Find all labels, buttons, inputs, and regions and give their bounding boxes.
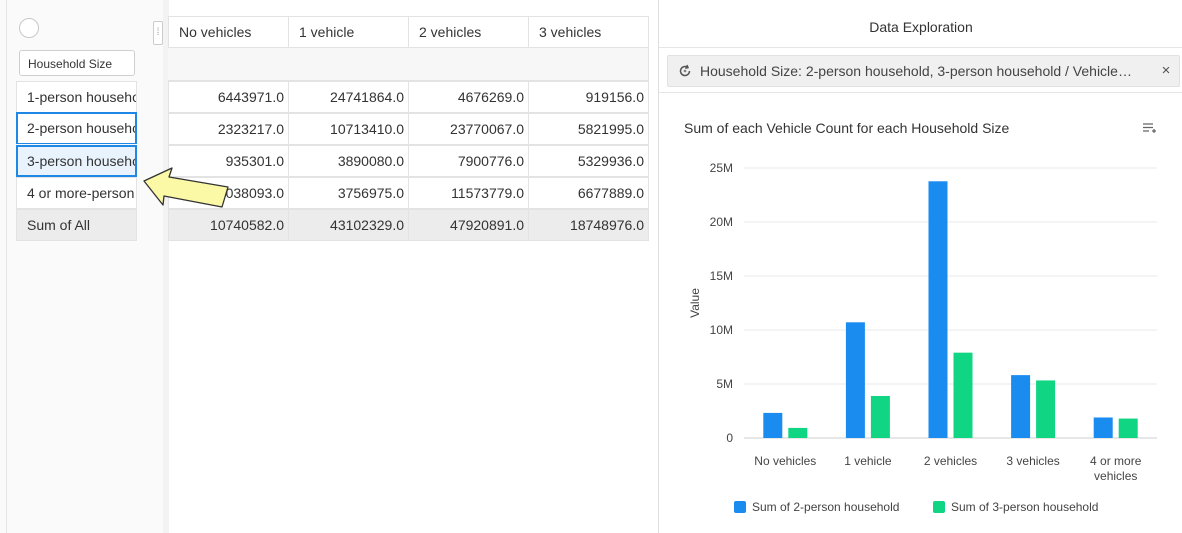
legend-swatch[interactable] (933, 501, 945, 513)
pivot-table: ⁞ Household Size 1-person household 2-pe… (0, 0, 658, 533)
sum-cell[interactable]: 43102329.0 (288, 209, 409, 241)
filter-label: Household Size: 2-person household, 3-pe… (700, 63, 1135, 79)
legend-label[interactable]: Sum of 3-person household (951, 500, 1098, 514)
value-cell[interactable]: 5329936.0 (528, 145, 649, 177)
select-all-radio[interactable] (19, 18, 39, 38)
row-field-pill[interactable]: Household Size (19, 50, 135, 76)
grid-clip-edge (648, 16, 658, 241)
sum-cell[interactable]: 18748976.0 (528, 209, 649, 241)
panel-title: Data Exploration (659, 0, 1182, 48)
x-tick-label: No vehicles (754, 454, 816, 468)
value-cell[interactable]: 6443971.0 (168, 81, 289, 113)
value-cell[interactable]: 6677889.0 (528, 177, 649, 209)
column-subheader (168, 48, 658, 81)
x-tick-label: 4 or more (1090, 454, 1142, 468)
y-axis-label: Value (688, 288, 702, 318)
x-tick-label: 1 vehicle (844, 454, 892, 468)
bar-chart: 0 5M 10M 15M 20M 25M Value No vehicles 1 vehicle… (688, 161, 1157, 514)
value-cell[interactable]: 7900776.0 (408, 145, 529, 177)
bar[interactable] (1093, 417, 1113, 438)
sum-cell[interactable]: 47920891.0 (408, 209, 529, 241)
filter-chip[interactable]: Household Size: 2-person household, 3-pe… (667, 55, 1180, 87)
row-label-4-or-more[interactable]: 4 or more-person household (16, 177, 137, 209)
value-cell[interactable]: 3890080.0 (288, 145, 409, 177)
x-tick-label: 2 vehicles (924, 454, 977, 468)
bar[interactable] (845, 322, 865, 438)
column-header-2-vehicles[interactable]: 2 vehicles (408, 16, 529, 48)
bar[interactable] (928, 181, 948, 439)
y-tick-label: 5M (716, 377, 733, 391)
column-header-no-vehicles[interactable]: No vehicles (168, 16, 289, 48)
column-header-1-vehicle[interactable]: 1 vehicle (288, 16, 409, 48)
legend-swatch[interactable] (734, 501, 746, 513)
chart-title: Sum of each Vehicle Count for each House… (684, 120, 1010, 136)
data-exploration-panel: Data Exploration Household Size: 2-perso… (658, 0, 1182, 533)
bar[interactable] (1118, 418, 1138, 438)
row-label-1-person[interactable]: 1-person household (16, 81, 137, 113)
column-header-3-vehicles[interactable]: 3 vehicles (528, 16, 649, 48)
legend-label[interactable]: Sum of 2-person household (752, 500, 899, 514)
value-cell[interactable]: 24741864.0 (288, 81, 409, 113)
bar[interactable] (763, 412, 783, 438)
row-label-sum[interactable]: Sum of All (16, 209, 137, 241)
value-cell[interactable]: 11573779.0 (408, 177, 529, 209)
value-cell[interactable]: 3756975.0 (288, 177, 409, 209)
left-gutter (0, 0, 7, 533)
y-tick-label: 20M (710, 215, 733, 229)
value-cell[interactable]: 919156.0 (528, 81, 649, 113)
y-tick-label: 10M (710, 323, 733, 337)
row-label-3-person[interactable]: 3-person household (16, 145, 137, 177)
sum-cell[interactable]: 10740582.0 (168, 209, 289, 241)
chart-menu-icon[interactable] (1141, 120, 1157, 136)
value-cell[interactable]: 5821995.0 (528, 113, 649, 145)
value-cell[interactable]: 4676269.0 (408, 81, 529, 113)
value-cell[interactable]: 10713410.0 (288, 113, 409, 145)
y-tick-label: 15M (710, 269, 733, 283)
bar[interactable] (870, 395, 890, 438)
value-cell[interactable]: 2323217.0 (168, 113, 289, 145)
bar[interactable] (788, 427, 808, 438)
column-resize-handle[interactable]: ⁞ (153, 21, 163, 45)
close-icon[interactable]: × (1159, 56, 1173, 86)
x-tick-label: 3 vehicles (1006, 454, 1059, 468)
y-tick-label: 0 (726, 431, 733, 445)
sparkle-refresh-icon (679, 64, 691, 77)
yellow-pointer-arrow-icon (143, 167, 229, 208)
value-cell[interactable]: 23770067.0 (408, 113, 529, 145)
x-tick-label: vehicles (1094, 469, 1137, 483)
row-label-2-person[interactable]: 2-person household (16, 112, 137, 144)
y-tick-label: 25M (710, 161, 733, 175)
bar[interactable] (953, 352, 973, 438)
bar[interactable] (1036, 380, 1056, 438)
divider (659, 92, 1182, 93)
bar[interactable] (1011, 375, 1031, 438)
row-header-panel (7, 0, 165, 533)
